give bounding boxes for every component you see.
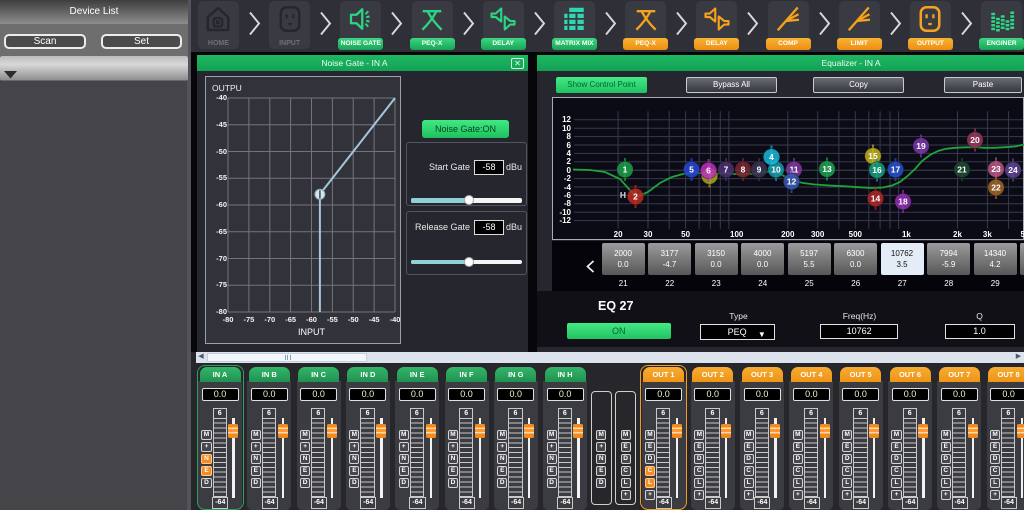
svg-text:23: 23 [991,164,1001,174]
svg-text:14: 14 [871,194,881,204]
svg-text:H: H [620,190,626,200]
svg-text:2: 2 [633,192,638,202]
svg-text:5: 5 [689,165,694,175]
svg-text:22: 22 [991,183,1001,193]
svg-text:9: 9 [757,165,762,175]
svg-text:16: 16 [872,165,882,175]
svg-text:19: 19 [916,141,926,151]
svg-text:17: 17 [891,165,901,175]
svg-text:20: 20 [970,135,980,145]
svg-text:24: 24 [1008,165,1018,175]
svg-text:6: 6 [706,166,711,176]
svg-text:10: 10 [771,165,781,175]
svg-text:21: 21 [957,165,967,175]
svg-text:12: 12 [787,177,797,187]
svg-text:7: 7 [724,165,729,175]
svg-text:8: 8 [741,165,746,175]
svg-text:1: 1 [623,165,628,175]
svg-text:4: 4 [769,152,774,162]
svg-text:13: 13 [822,164,832,174]
svg-text:18: 18 [898,197,908,207]
